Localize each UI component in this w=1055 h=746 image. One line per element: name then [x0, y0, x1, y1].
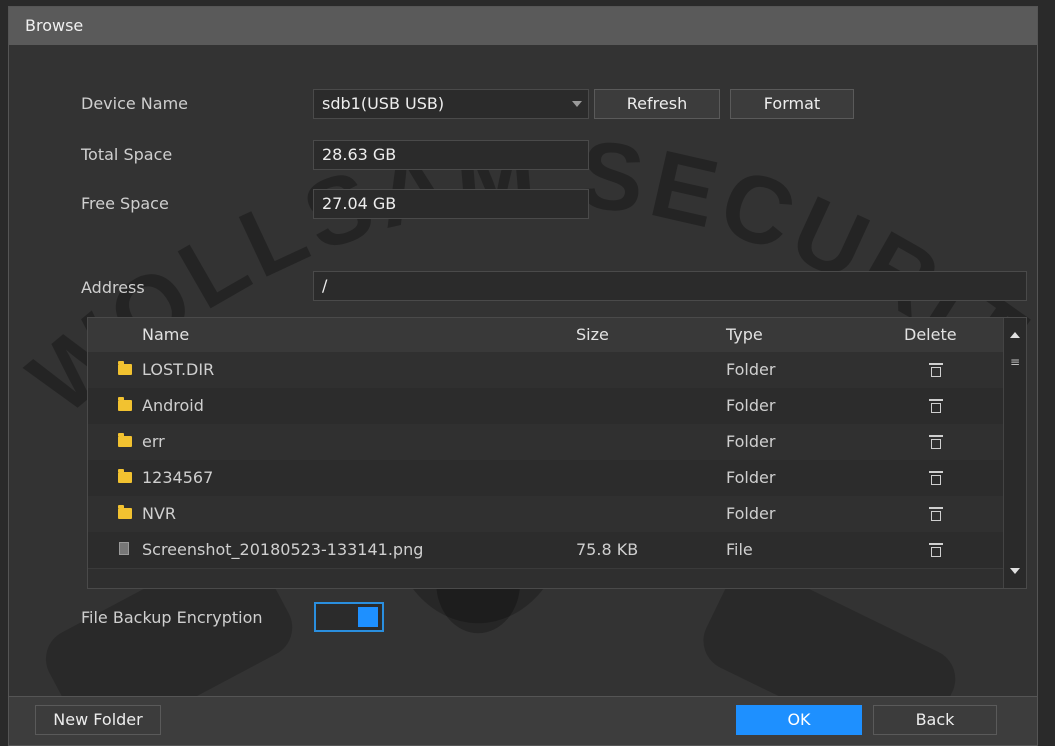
table-row[interactable]: Android Folder	[88, 388, 1004, 425]
folder-icon	[118, 397, 132, 411]
scroll-up-icon[interactable]	[1010, 332, 1020, 338]
back-button[interactable]: Back	[873, 705, 997, 735]
scroll-down-icon[interactable]	[1010, 568, 1020, 574]
window-title: Browse	[25, 16, 84, 35]
trash-icon[interactable]	[929, 363, 943, 377]
column-header-name: Name	[142, 325, 190, 344]
file-table: Name Size Type Delete LOST.DIR Folder Andr…	[87, 317, 1027, 589]
format-button[interactable]: Format	[730, 89, 854, 119]
toggle-knob	[358, 607, 378, 627]
row-name: NVR	[142, 504, 177, 523]
column-header-type: Type	[726, 325, 763, 344]
free-space-value: 27.04 GB	[322, 194, 397, 213]
table-row[interactable]: NVR Folder	[88, 496, 1004, 533]
trash-icon[interactable]	[929, 471, 943, 485]
folder-icon	[118, 433, 132, 447]
trash-icon[interactable]	[929, 435, 943, 449]
row-size: 75.8 KB	[576, 540, 639, 559]
free-space-label: Free Space	[81, 194, 169, 213]
title-bar: Browse	[9, 7, 1037, 46]
device-name-label: Device Name	[81, 94, 189, 113]
row-type: Folder	[726, 396, 776, 415]
row-name: err	[142, 432, 165, 451]
ok-button[interactable]: OK	[736, 705, 862, 735]
table-body: LOST.DIR Folder Android Folder err Folder 1234…	[88, 352, 1004, 588]
trash-icon[interactable]	[929, 399, 943, 413]
trash-icon[interactable]	[929, 543, 943, 557]
folder-icon	[118, 469, 132, 483]
free-space-field: 27.04 GB	[313, 189, 589, 219]
row-name: 1234567	[142, 468, 214, 487]
address-field[interactable]: /	[313, 271, 1027, 301]
address-value: /	[322, 276, 328, 295]
row-name: LOST.DIR	[142, 360, 215, 379]
address-label: Address	[81, 278, 145, 297]
total-space-field: 28.63 GB	[313, 140, 589, 170]
file-backup-encryption-toggle[interactable]	[314, 602, 384, 632]
table-scrollbar[interactable]: ≡	[1003, 318, 1026, 588]
row-type: File	[726, 540, 753, 559]
device-name-value: sdb1(USB USB)	[322, 94, 445, 113]
row-name: Screenshot_20180523-133141.png	[142, 540, 424, 559]
refresh-button[interactable]: Refresh	[594, 89, 720, 119]
folder-icon	[118, 361, 132, 375]
folder-icon	[118, 505, 132, 519]
row-type: Folder	[726, 360, 776, 379]
table-row[interactable]: 1234567 Folder	[88, 460, 1004, 497]
column-header-size: Size	[576, 325, 609, 344]
column-header-delete: Delete	[904, 325, 957, 344]
total-space-label: Total Space	[81, 145, 173, 164]
trash-icon[interactable]	[929, 507, 943, 521]
row-type: Folder	[726, 504, 776, 523]
footer-bar: New Folder OK Back	[9, 696, 1037, 745]
table-row[interactable]: Screenshot_20180523-133141.png 75.8 KB Fil…	[88, 532, 1004, 569]
total-space-value: 28.63 GB	[322, 145, 397, 164]
file-backup-encryption-label: File Backup Encryption	[81, 608, 263, 627]
row-type: Folder	[726, 468, 776, 487]
new-folder-button[interactable]: New Folder	[35, 705, 161, 735]
row-type: Folder	[726, 432, 776, 451]
chevron-down-icon	[572, 101, 582, 107]
browse-dialog: Browse WOLLSAM SECURITY Device Name sdb1…	[8, 6, 1038, 746]
scroll-thumb-icon[interactable]: ≡	[1008, 356, 1022, 368]
table-row[interactable]: err Folder	[88, 424, 1004, 461]
table-row[interactable]: LOST.DIR Folder	[88, 352, 1004, 389]
file-icon	[119, 542, 129, 555]
table-header: Name Size Type Delete	[88, 318, 1004, 353]
device-name-select[interactable]: sdb1(USB USB)	[313, 89, 589, 119]
row-name: Android	[142, 396, 204, 415]
